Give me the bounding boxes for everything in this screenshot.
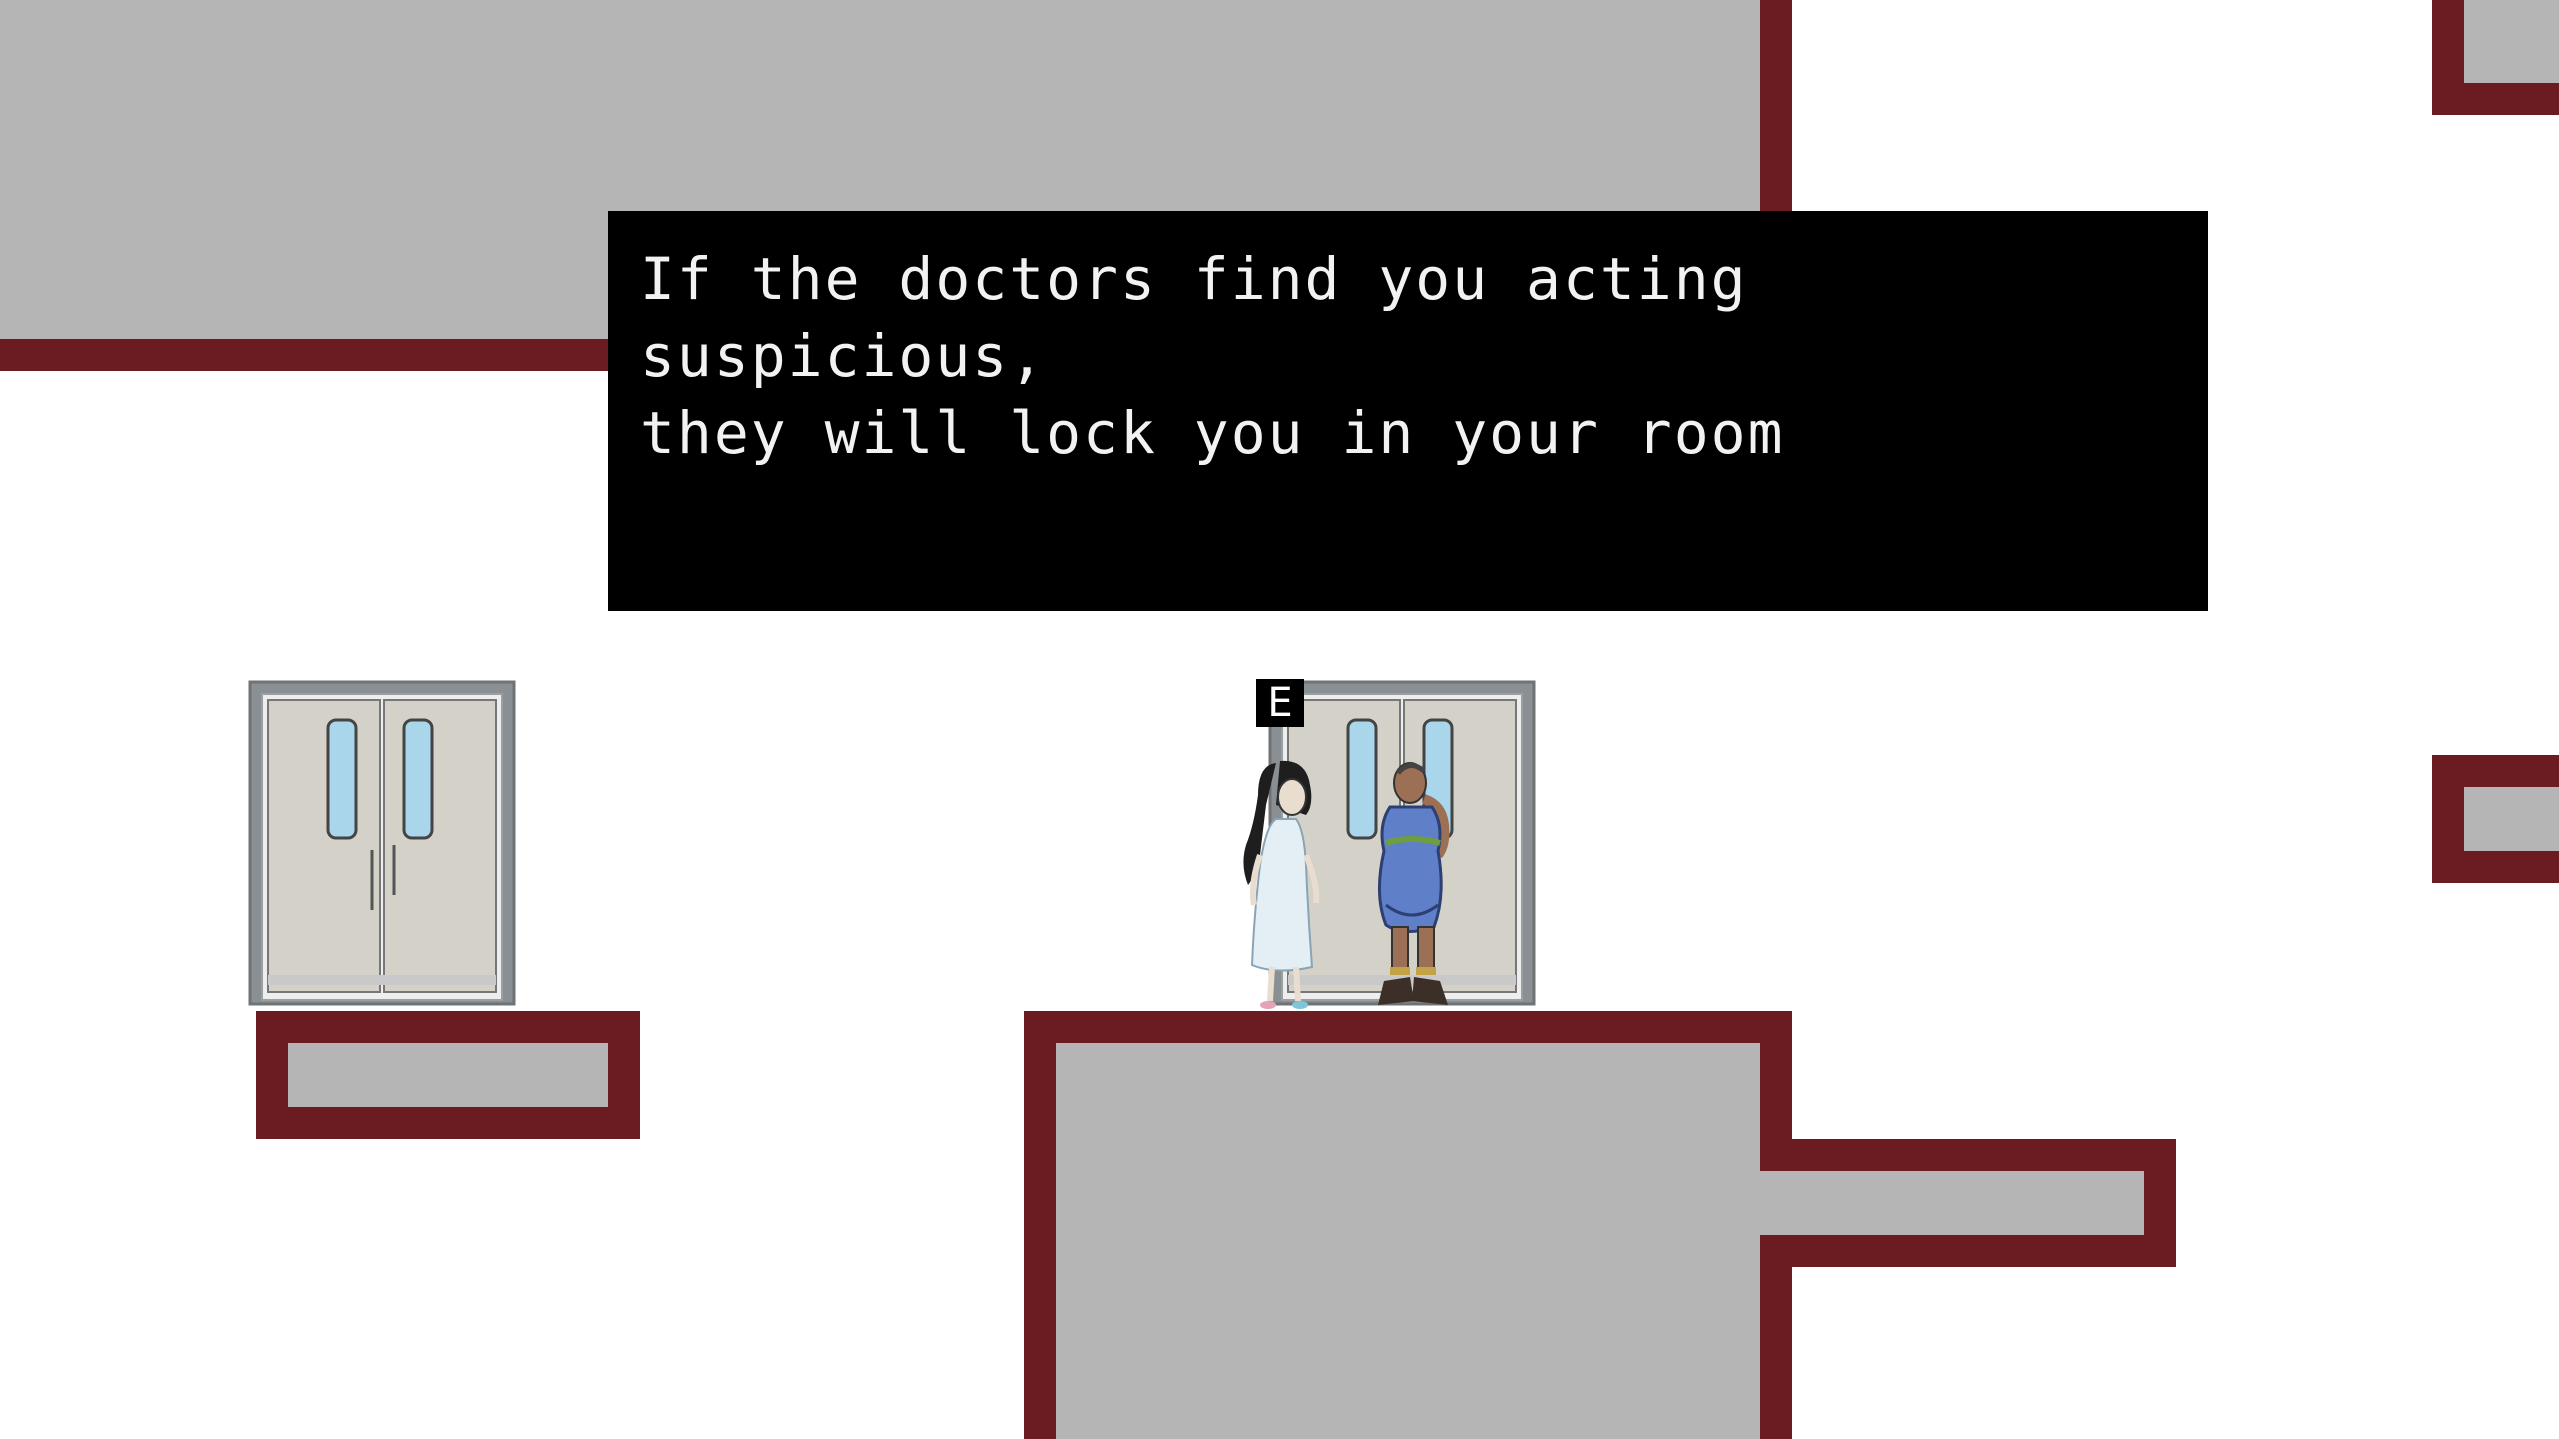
wall-stub-top-right [2432, 0, 2559, 115]
floor-block-fill [1056, 1043, 1760, 1439]
floor-ledge-fill [1760, 1171, 2144, 1235]
wall-stub-middle-right [2432, 755, 2559, 883]
doctor-character-icon[interactable] [1364, 755, 1464, 1011]
floating-platform-left [256, 1011, 640, 1139]
game-scene: If the doctors find you acting suspiciou… [0, 0, 2559, 1439]
interact-key-prompt: E [1256, 679, 1304, 727]
dialog-box: If the doctors find you acting suspiciou… [608, 211, 2208, 611]
dialog-text: If the doctors find you acting suspiciou… [640, 245, 1785, 467]
patient-character-icon[interactable] [1236, 755, 1336, 1011]
double-door-icon [248, 680, 516, 1006]
